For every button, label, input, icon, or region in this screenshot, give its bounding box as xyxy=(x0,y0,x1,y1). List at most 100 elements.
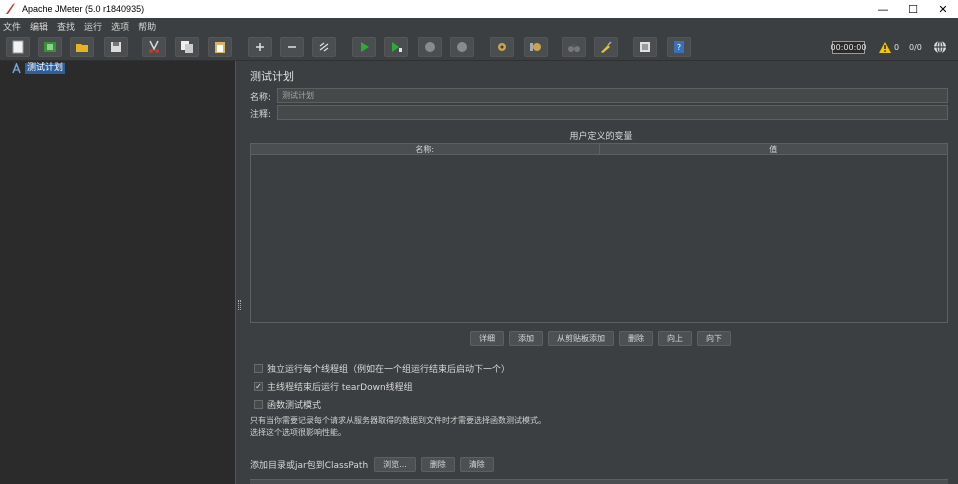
warning-icon xyxy=(879,42,891,53)
toggle-icon xyxy=(319,42,329,52)
name-label: 名称: xyxy=(250,93,272,103)
menu-help[interactable]: 帮助 xyxy=(138,20,156,33)
shutdown-button[interactable] xyxy=(450,37,474,57)
new-file-icon xyxy=(12,40,24,54)
move-up-button[interactable]: 向上 xyxy=(658,331,692,346)
start-button[interactable] xyxy=(352,37,376,57)
window-title: Apache JMeter (5.0 r1840935) xyxy=(22,4,145,14)
column-header-name[interactable]: 名称: xyxy=(251,144,599,154)
broom-gear-icon xyxy=(498,43,506,51)
plus-icon xyxy=(256,43,264,51)
panel-title: 测试计划 xyxy=(250,70,294,83)
maximize-button[interactable]: ☐ xyxy=(898,0,928,18)
save-icon xyxy=(111,42,121,52)
classpath-row: 添加目录或jar包到ClassPath 浏览... 删除 清除 xyxy=(250,457,499,472)
delete-button[interactable]: 删除 xyxy=(619,331,653,346)
elapsed-timer: 00:00:00 xyxy=(830,41,867,54)
browse-button[interactable]: 浏览... xyxy=(374,457,416,472)
templates-button[interactable] xyxy=(38,37,62,57)
cut-button[interactable] xyxy=(142,37,166,57)
scissors-icon xyxy=(149,40,159,53)
toolbar: ? 00:00:00 0 0/0 xyxy=(0,34,958,61)
user-variables-title: 用户定义的变量 xyxy=(569,132,633,142)
clear-all-button[interactable] xyxy=(524,37,548,57)
warnings-indicator[interactable]: 0 xyxy=(879,42,899,53)
remote-globe-icon[interactable] xyxy=(933,40,947,54)
jmeter-logo-icon xyxy=(6,3,15,14)
minus-icon xyxy=(288,46,296,48)
serialize-threadgroups-option[interactable]: 独立运行每个线程组（例如在一个组运行结束后启动下一个） xyxy=(254,362,510,375)
start-no-pauses-button[interactable] xyxy=(384,37,408,57)
broom-icon xyxy=(601,41,612,53)
test-plan-icon xyxy=(12,63,21,74)
classpath-table[interactable] xyxy=(250,479,948,484)
functional-mode-checkbox[interactable] xyxy=(254,400,263,409)
menu-edit[interactable]: 编辑 xyxy=(30,20,48,33)
broom-gear-all-icon xyxy=(530,43,541,51)
tree-node-label: 测试计划 xyxy=(25,63,66,74)
menu-options[interactable]: 选项 xyxy=(111,20,129,33)
active-threads: 0/0 xyxy=(909,43,922,52)
classpath-label: 添加目录或jar包到ClassPath xyxy=(250,461,369,471)
stop-icon xyxy=(425,42,435,52)
open-button[interactable] xyxy=(70,37,94,57)
search-button[interactable] xyxy=(562,37,586,57)
minimize-button[interactable]: — xyxy=(868,0,898,18)
add-button[interactable]: 添加 xyxy=(509,331,543,346)
copy-button[interactable] xyxy=(175,37,199,57)
add-from-clipboard-button[interactable]: 从剪贴板添加 xyxy=(548,331,614,346)
list-icon xyxy=(640,42,650,52)
checkbox-label: 主线程结束后运行 tearDown线程组 xyxy=(267,383,413,393)
svg-text:?: ? xyxy=(677,43,681,52)
warning-count: 0 xyxy=(894,43,900,52)
split-pane-divider[interactable] xyxy=(236,61,244,484)
close-button[interactable]: ✕ xyxy=(928,0,958,18)
serialize-threadgroups-checkbox[interactable] xyxy=(254,364,263,373)
save-button[interactable] xyxy=(104,37,128,57)
checkbox-label: 独立运行每个线程组（例如在一个组运行结束后启动下一个） xyxy=(267,365,511,375)
folder-icon xyxy=(76,44,88,52)
comment-label: 注释: xyxy=(250,110,272,120)
help-button[interactable]: ? xyxy=(667,37,691,57)
menu-run[interactable]: 运行 xyxy=(84,20,102,33)
teardown-on-shutdown-checkbox[interactable]: ✓ xyxy=(254,382,263,391)
teardown-on-shutdown-option[interactable]: ✓ 主线程结束后运行 tearDown线程组 xyxy=(254,380,413,393)
performance-note: 选择这个选项很影响性能。 xyxy=(250,428,346,437)
help-icon: ? xyxy=(674,41,684,53)
stop-button[interactable] xyxy=(418,37,442,57)
copy-icon xyxy=(181,41,193,53)
shutdown-icon xyxy=(457,42,467,52)
user-variables-table[interactable]: 名称: 值 xyxy=(250,143,948,323)
functional-mode-option[interactable]: 函数测试模式 xyxy=(254,398,321,411)
test-plan-tree: 测试计划 xyxy=(0,61,236,484)
menu-file[interactable]: 文件 xyxy=(3,20,21,33)
comment-field[interactable] xyxy=(277,105,948,120)
menu-search[interactable]: 查找 xyxy=(57,20,75,33)
paste-icon xyxy=(215,42,225,53)
name-field[interactable]: 测试计划 xyxy=(277,88,948,103)
tree-node-test-plan[interactable]: 测试计划 xyxy=(11,63,66,74)
play-icon xyxy=(361,42,369,52)
checkbox-label: 函数测试模式 xyxy=(267,401,322,411)
classpath-clear-button[interactable]: 清除 xyxy=(459,457,494,472)
collapse-all-button[interactable] xyxy=(280,37,304,57)
splitter-grip-icon[interactable] xyxy=(238,300,241,310)
column-header-value[interactable]: 值 xyxy=(598,144,948,154)
functional-mode-note: 只有当你需要记录每个请求从服务器取得的数据到文件时才需要选择函数测试模式。 xyxy=(250,416,546,425)
function-helper-button[interactable] xyxy=(633,37,657,57)
table-header: 名称: 值 xyxy=(251,144,947,155)
menu-bar: 文件 编辑 查找 运行 选项 帮助 xyxy=(0,18,958,34)
detail-button[interactable]: 详细 xyxy=(470,331,504,346)
play-no-pause-icon xyxy=(392,42,402,52)
paste-button[interactable] xyxy=(208,37,232,57)
templates-icon xyxy=(44,42,56,52)
classpath-delete-button[interactable]: 删除 xyxy=(420,457,455,472)
toggle-button[interactable] xyxy=(312,37,336,57)
new-button[interactable] xyxy=(6,37,30,57)
binoculars-icon xyxy=(568,44,580,52)
reset-search-button[interactable] xyxy=(594,37,618,57)
expand-all-button[interactable] xyxy=(248,37,272,57)
table-action-buttons: 详细 添加 从剪贴板添加 删除 向上 向下 xyxy=(470,331,736,346)
move-down-button[interactable]: 向下 xyxy=(697,331,731,346)
clear-button[interactable] xyxy=(490,37,514,57)
